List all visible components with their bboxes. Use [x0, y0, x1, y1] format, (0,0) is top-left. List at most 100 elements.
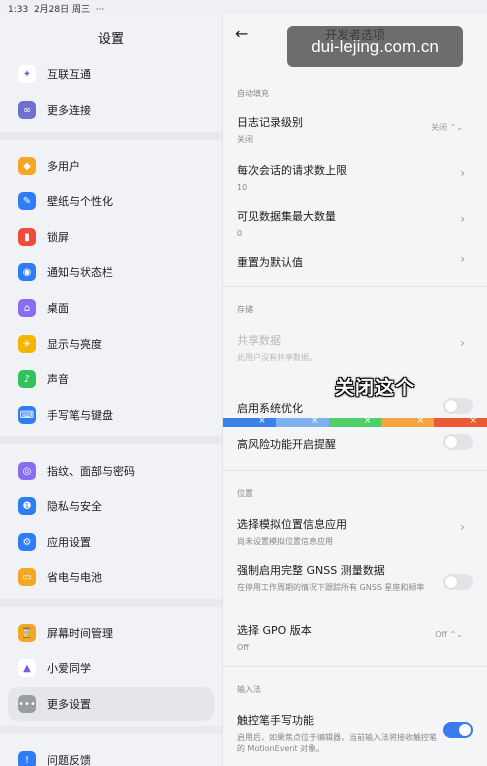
feedback-icon: ! — [18, 751, 36, 766]
screen-time-icon: ⌛ — [18, 624, 36, 642]
log-level-row[interactable]: 日志记录级别 关闭 关闭 ⌃⌄ — [237, 114, 473, 145]
sidebar-item-label: 声音 — [47, 373, 69, 386]
row-subtitle: Off — [237, 643, 249, 652]
sidebar-item-label: 显示与亮度 — [47, 338, 102, 351]
mock-location-row[interactable]: 选择模拟位置信息应用 尚未设置模拟位置信息应用 › — [237, 516, 473, 547]
gpo-version-row[interactable]: 选择 GPO 版本 Off Off ⌃⌄ — [237, 622, 473, 653]
section-divider — [223, 666, 487, 667]
system-optimization-row[interactable]: 启用系统优化 — [237, 398, 473, 416]
row-title: 共享数据 — [237, 334, 281, 347]
notifications-icon: ◉ — [18, 263, 36, 281]
battery-icon: ▭ — [18, 568, 36, 586]
log-level-value[interactable]: 关闭 ⌃⌄ — [431, 122, 463, 133]
color-strip-segment — [223, 416, 276, 427]
sidebar-item-feedback[interactable]: ! 问题反馈 — [8, 743, 214, 766]
row-title: 高风险功能开启提醒 — [237, 438, 336, 451]
section-storage: 存储 — [237, 305, 253, 314]
sidebar-item-label: 桌面 — [47, 302, 69, 315]
sidebar-item-interconnect[interactable]: ✦ 互联互通 — [8, 57, 214, 91]
status-bar: 1:33 2月28日 周三 ··· ☾ ◠ — [0, 0, 487, 766]
sidebar-item-label: 多用户 — [47, 160, 80, 173]
sidebar-item-label: 锁屏 — [47, 231, 69, 244]
sidebar-item-label: 互联互通 — [47, 68, 91, 81]
max-datasets-row[interactable]: 可见数据集最大数量 0 › — [237, 208, 473, 239]
stylus-handwriting-row[interactable]: 触控笔手写功能 启用后，如果焦点位于编辑器，当前输入法将接收触控笔的 Motio… — [237, 712, 473, 754]
multi-user-icon: ◆ — [18, 157, 36, 175]
gpo-version-value[interactable]: Off ⌃⌄ — [435, 630, 463, 639]
xiaoai-icon: ▲ — [18, 659, 36, 677]
chevron-right-icon: › — [460, 252, 465, 266]
lock-screen-icon: ▮ — [18, 228, 36, 246]
gnss-toggle[interactable] — [443, 574, 473, 590]
row-title: 强制启用完整 GNSS 测量数据 — [237, 564, 385, 577]
sidebar-item-privacy[interactable]: ❶ 隐私与安全 — [8, 489, 214, 523]
watermark: dui-lejing.com.cn — [287, 26, 463, 67]
row-subtitle: 在停用工作周期的情况下跟踪所有 GNSS 星座和频率 — [237, 583, 425, 592]
sidebar-item-screen-time[interactable]: ⌛ 屏幕时间管理 — [8, 616, 214, 650]
sidebar-item-notifications[interactable]: ◉ 通知与状态栏 — [8, 255, 214, 289]
sidebar-item-lock-screen[interactable]: ▮ 锁屏 — [8, 220, 214, 254]
sidebar-item-battery[interactable]: ▭ 省电与电池 — [8, 560, 214, 594]
sidebar-item-stylus-keyboard[interactable]: ⌨ 手写笔与键盘 — [8, 398, 214, 432]
row-subtitle: 关闭 — [237, 135, 253, 144]
section-divider — [223, 470, 487, 471]
sidebar-item-desktop[interactable]: ⌂ 桌面 — [8, 291, 214, 325]
reset-default-row[interactable]: 重置为默认值 › — [237, 252, 473, 270]
sidebar-item-label: 问题反馈 — [47, 754, 91, 766]
sidebar-item-label: 壁纸与个性化 — [47, 195, 113, 208]
row-title: 触控笔手写功能 — [237, 714, 314, 727]
sidebar-item-label: 更多连接 — [47, 104, 91, 117]
interconnect-icon: ✦ — [18, 65, 36, 83]
high-risk-reminder-row[interactable]: 高风险功能开启提醒 — [237, 434, 473, 452]
sidebar-item-label: 指纹、面部与密码 — [47, 465, 135, 478]
sidebar-title: 设置 — [97, 32, 124, 47]
row-title: 选择模拟位置信息应用 — [237, 518, 347, 531]
sidebar-group-separator — [0, 726, 222, 734]
row-subtitle: 0 — [237, 229, 243, 238]
sidebar-item-wallpaper[interactable]: ✎ 壁纸与个性化 — [8, 184, 214, 218]
fingerprint-icon: ◎ — [18, 462, 36, 480]
stylus-handwriting-toggle[interactable] — [443, 722, 473, 738]
sidebar-item-fingerprint[interactable]: ◎ 指纹、面部与密码 — [8, 454, 214, 488]
system-optimization-toggle[interactable] — [443, 398, 473, 414]
color-strip — [223, 416, 487, 427]
more-settings-icon: ••• — [18, 695, 36, 713]
color-strip-segment — [434, 416, 487, 427]
shared-data-row: 共享数据 此用户没有共享数据。 › — [237, 332, 473, 363]
settings-sidebar: 设置 ✦ 互联互通 ∞ 更多连接 ◆ 多用户 ✎ 壁纸与个性化 ▮ 锁屏 ◉ 通知与状态栏 ⌂ 桌面 ☀ 显示… — [0, 14, 222, 766]
high-risk-toggle[interactable] — [443, 434, 473, 450]
color-strip-segment — [328, 416, 382, 427]
app-settings-icon: ⚙ — [18, 533, 36, 551]
row-subtitle: 启用后，如果焦点位于编辑器，当前输入法将接收触控笔的 MotionEvent 对… — [237, 733, 437, 753]
status-left: 1:33 2月28日 周三 ··· — [8, 2, 104, 15]
more-connections-icon: ∞ — [18, 101, 36, 119]
sidebar-item-sound[interactable]: ♪ 声音 — [8, 362, 214, 396]
sidebar-item-label: 省电与电池 — [47, 571, 102, 584]
sidebar-item-multi-user[interactable]: ◆ 多用户 — [8, 149, 214, 183]
color-strip-segment — [381, 416, 435, 427]
chevron-right-icon: › — [460, 166, 465, 180]
row-title: 重置为默认值 — [237, 256, 303, 269]
overlay-caption: 关闭这个 — [335, 377, 416, 399]
sidebar-item-xiaoai[interactable]: ▲ 小爱同学 — [8, 651, 214, 685]
sidebar-item-label: 屏幕时间管理 — [47, 627, 113, 640]
chevron-right-icon: › — [460, 336, 465, 350]
sidebar-item-label: 更多设置 — [47, 698, 91, 711]
sidebar-item-more-connections[interactable]: ∞ 更多连接 — [8, 93, 214, 127]
sidebar-item-app-settings[interactable]: ⚙ 应用设置 — [8, 525, 214, 559]
sidebar-item-label: 手写笔与键盘 — [47, 409, 113, 422]
row-subtitle: 尚未设置模拟位置信息应用 — [237, 537, 333, 546]
sidebar-item-more-settings[interactable]: ••• 更多设置 — [8, 687, 214, 721]
sidebar-group-separator — [0, 132, 222, 140]
section-location: 位置 — [237, 489, 253, 498]
max-requests-row[interactable]: 每次会话的请求数上限 10 › — [237, 162, 473, 193]
section-divider — [223, 286, 487, 287]
wallpaper-icon: ✎ — [18, 192, 36, 210]
gnss-row[interactable]: 强制启用完整 GNSS 测量数据 在停用工作周期的情况下跟踪所有 GNSS 星座… — [237, 562, 473, 593]
row-subtitle: 10 — [237, 183, 248, 192]
sidebar-item-display[interactable]: ☀ 显示与亮度 — [8, 327, 214, 361]
privacy-icon: ❶ — [18, 497, 36, 515]
display-icon: ☀ — [18, 335, 36, 353]
sidebar-item-label: 小爱同学 — [47, 662, 91, 675]
desktop-icon: ⌂ — [18, 299, 36, 317]
